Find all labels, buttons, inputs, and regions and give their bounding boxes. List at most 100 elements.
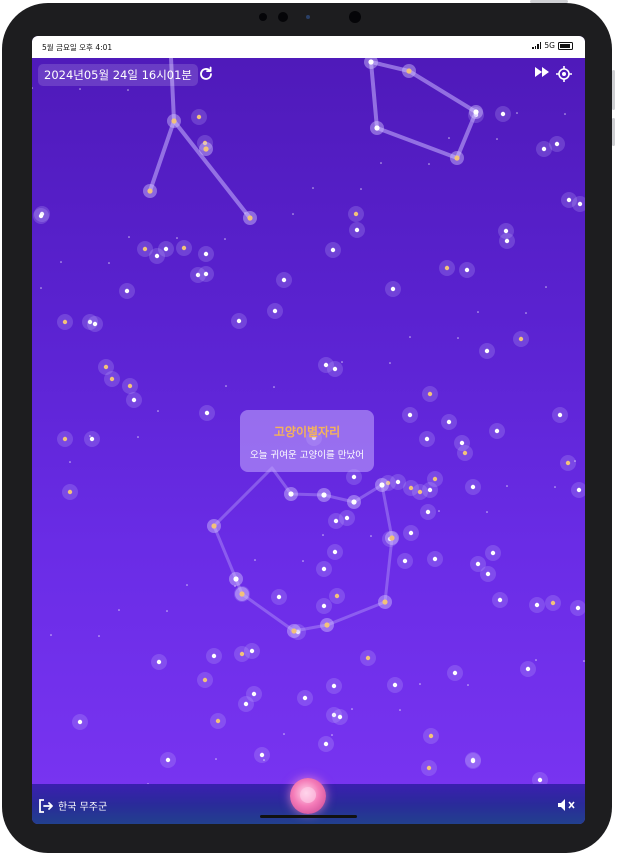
star — [131, 397, 137, 403]
constellation-star — [454, 155, 460, 161]
star — [259, 752, 265, 758]
star — [365, 655, 371, 661]
constellation-star — [406, 68, 412, 74]
star — [417, 489, 423, 495]
star — [475, 561, 481, 567]
star — [334, 593, 340, 599]
star — [566, 197, 572, 203]
twinkle — [50, 634, 52, 636]
status-time: 5월 금요일 오후 4:01 — [42, 43, 113, 52]
twinkle — [292, 213, 294, 215]
star — [428, 733, 434, 739]
twinkle — [69, 461, 71, 463]
twinkle — [525, 312, 527, 314]
star — [302, 695, 308, 701]
constellation-star — [171, 118, 177, 124]
fast-forward-icon[interactable] — [534, 66, 554, 86]
twinkle — [409, 336, 411, 338]
star — [490, 550, 496, 556]
refresh-icon[interactable] — [198, 66, 218, 86]
crosshair-icon[interactable] — [556, 66, 576, 86]
star — [332, 366, 338, 372]
star — [408, 530, 414, 536]
twinkle — [186, 584, 188, 586]
twinkle — [564, 113, 566, 115]
network-label: 5G — [544, 41, 555, 50]
star — [239, 651, 245, 657]
constellation-star — [233, 576, 239, 582]
twinkle — [399, 709, 401, 711]
constellation-star — [382, 599, 388, 605]
star — [109, 376, 115, 382]
star — [427, 487, 433, 493]
twinkle — [128, 236, 130, 238]
star — [92, 321, 98, 327]
constellation-star — [351, 499, 357, 505]
constellation-star — [368, 59, 374, 65]
star — [77, 719, 83, 725]
star — [504, 238, 510, 244]
twinkle — [438, 510, 440, 512]
star — [215, 718, 221, 724]
star — [330, 247, 336, 253]
constellation-tooltip: 고양이별자리 오늘 귀여운 고양이를 만났어 — [240, 410, 374, 472]
star — [485, 571, 491, 577]
sky-view[interactable]: 2024년05월 24일 16시01분 고양이별자리 오늘 귀여운 고양이를 만… — [32, 58, 585, 824]
star — [503, 228, 509, 234]
star — [156, 659, 162, 665]
star — [251, 691, 257, 697]
twinkle — [477, 311, 479, 313]
star — [62, 436, 68, 442]
twinkle — [40, 287, 42, 289]
twinkle — [32, 87, 33, 89]
star — [576, 487, 582, 493]
star — [459, 440, 465, 446]
star — [276, 594, 282, 600]
star — [494, 428, 500, 434]
star — [497, 597, 503, 603]
star — [181, 245, 187, 251]
star — [321, 603, 327, 609]
twinkle — [535, 659, 537, 661]
star — [557, 412, 563, 418]
star — [470, 484, 476, 490]
home-indicator[interactable] — [260, 815, 357, 818]
twinkle — [98, 635, 100, 637]
twinkle — [312, 187, 314, 189]
twinkle — [351, 708, 353, 710]
status-bar: 5월 금요일 오후 4:01 5G — [32, 36, 585, 58]
exit-icon — [39, 798, 53, 813]
twinkle — [370, 535, 372, 537]
constellation-star — [473, 109, 479, 115]
star — [444, 265, 450, 271]
star — [165, 757, 171, 763]
twinkle — [118, 609, 120, 611]
twinkle — [516, 112, 518, 114]
app-screen: 5월 금요일 오후 4:01 5G 2024년05월 24일 16시01분 고양… — [32, 36, 585, 824]
twinkle — [583, 660, 585, 662]
side-button — [612, 70, 615, 110]
star — [337, 714, 343, 720]
camera-icon — [278, 12, 288, 22]
star — [351, 474, 357, 480]
center-orb-button[interactable] — [290, 778, 326, 814]
star — [196, 114, 202, 120]
star — [541, 146, 547, 152]
star — [127, 383, 133, 389]
twinkle — [273, 386, 275, 388]
location-button[interactable]: 한국 무주군 — [38, 798, 107, 813]
side-button — [612, 118, 615, 146]
star — [124, 288, 130, 294]
star — [525, 666, 531, 672]
star — [446, 419, 452, 425]
sensor-dot — [306, 15, 310, 19]
constellation-star — [291, 628, 297, 634]
constellation-star — [147, 188, 153, 194]
star — [426, 765, 432, 771]
twinkle — [554, 486, 556, 488]
constellation-line — [369, 60, 479, 161]
cat-constellation-line — [212, 466, 394, 633]
constellation-star — [247, 215, 253, 221]
constellation-star — [211, 523, 217, 529]
mute-icon[interactable] — [556, 796, 578, 814]
